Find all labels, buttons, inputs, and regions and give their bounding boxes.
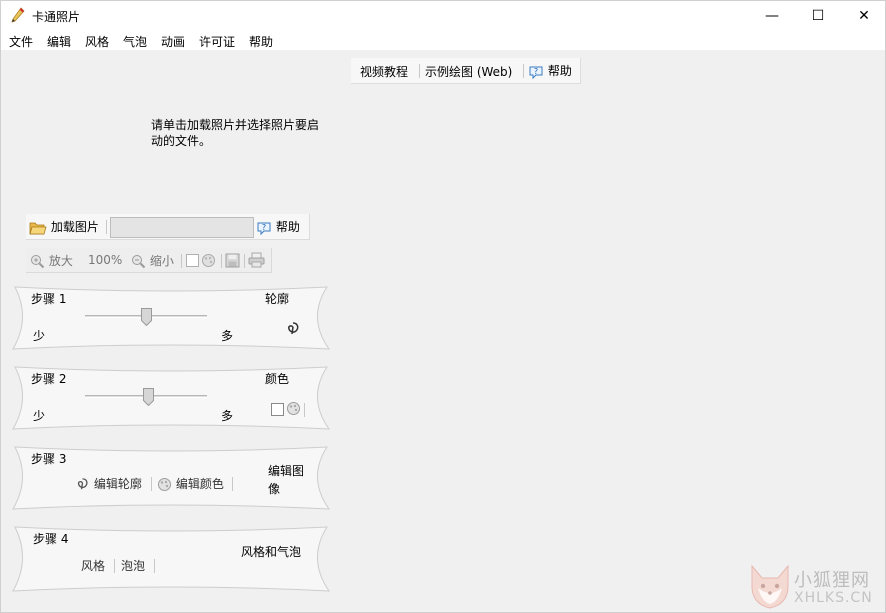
client-area: 视频教程 示例绘图 (Web) ? 帮助 请单击加载照片并选择照片要启动的文件。… [0, 50, 886, 613]
instruction-text: 请单击加载照片并选择照片要启动的文件。 [151, 118, 320, 148]
separator [151, 477, 152, 491]
separator [523, 64, 524, 78]
menu-style[interactable]: 风格 [85, 33, 109, 50]
separator [304, 403, 305, 417]
outline-label: 轮廓 [265, 292, 290, 306]
menu-bar: 文件 编辑 风格 气泡 动画 许可证 帮助 [0, 30, 886, 50]
help-bubble-icon: ? [529, 66, 543, 79]
fox-logo-icon [751, 564, 789, 609]
maximize-button[interactable]: ☐ [795, 1, 841, 31]
title-bar: 卡通照片 — ☐ ✕ [0, 0, 886, 30]
separator [232, 477, 233, 491]
menu-animation[interactable]: 动画 [161, 33, 185, 50]
edit-outline-label: 编辑轮廓 [93, 477, 142, 491]
watermark-cn: 小狐狸网 [794, 570, 870, 591]
zoom-out-icon [132, 255, 146, 269]
separator [419, 64, 420, 78]
outline-slider-thumb[interactable] [141, 308, 152, 326]
close-button[interactable]: ✕ [841, 1, 886, 31]
load-help-label: 帮助 [275, 220, 300, 234]
separator [181, 254, 182, 268]
outline-lasso-icon[interactable] [285, 321, 301, 337]
window-title: 卡通照片 [32, 10, 81, 24]
sample-drawing-button[interactable]: 示例绘图 (Web) [425, 63, 512, 80]
zoom-level: 100% [88, 253, 123, 267]
load-image-label: 加载图片 [50, 220, 99, 234]
color-min-label: 少 [33, 409, 46, 423]
file-path-field[interactable] [110, 217, 254, 238]
outline-min-label: 少 [33, 329, 46, 343]
edit-color-label: 编辑颜色 [175, 477, 224, 491]
lasso-icon [77, 478, 88, 490]
separator [244, 254, 245, 268]
preview-checkbox[interactable] [186, 254, 199, 267]
svg-text:?: ? [534, 67, 538, 76]
zoom-toolbar: 放大 100% 缩小 [26, 248, 272, 273]
top-help-label: 帮助 [547, 64, 572, 78]
watermark-en: XHLKS.CN [794, 590, 873, 606]
color-label: 颜色 [265, 372, 290, 386]
color-checkbox[interactable] [271, 403, 284, 416]
separator [221, 254, 222, 268]
zoom-out-button[interactable]: 缩小 [131, 252, 174, 269]
load-toolbar: 加载图片 ? 帮助 [26, 214, 310, 240]
style-button[interactable]: 风格 [81, 557, 105, 574]
zoom-in-icon [31, 255, 45, 269]
step-2-title: 步骤 2 [31, 372, 67, 386]
palette-icon [202, 254, 215, 267]
step-3-title: 步骤 3 [31, 452, 67, 466]
top-help-button[interactable]: ? 帮助 [528, 62, 572, 80]
menu-help[interactable]: 帮助 [249, 33, 273, 50]
outline-max-label: 多 [221, 329, 234, 343]
zoom-out-label: 缩小 [149, 254, 174, 268]
step-4-panel: 步骤 4 风格 泡泡 风格和气泡 [11, 525, 331, 593]
help-bubble-icon: ? [257, 222, 271, 235]
edit-color-button[interactable]: 编辑颜色 [157, 475, 224, 492]
edit-image-label: 编辑图像 [268, 464, 305, 496]
style-and-bubble-label: 风格和气泡 [241, 545, 302, 559]
video-tutorial-button[interactable]: 视频教程 [360, 63, 408, 80]
step-2-panel: 步骤 2 颜色 少 多 [11, 365, 331, 431]
load-help-button[interactable]: ? 帮助 [256, 218, 300, 236]
step-4-title: 步骤 4 [33, 532, 69, 546]
open-folder-icon [29, 222, 47, 234]
top-toolbar: 视频教程 示例绘图 (Web) ? 帮助 [351, 58, 581, 84]
site-watermark: 小狐狸网 XHLKS.CN [748, 560, 884, 612]
zoom-in-label: 放大 [48, 254, 73, 268]
palette-icon [287, 402, 300, 415]
save-icon[interactable] [225, 253, 240, 268]
menu-file[interactable]: 文件 [9, 33, 33, 50]
svg-text:?: ? [262, 223, 266, 232]
menu-license[interactable]: 许可证 [199, 33, 235, 50]
step-1-title: 步骤 1 [31, 292, 67, 306]
zoom-in-button[interactable]: 放大 [30, 252, 73, 269]
edit-outline-button[interactable]: 编辑轮廓 [75, 475, 142, 492]
print-icon[interactable] [248, 252, 265, 268]
color-slider-thumb[interactable] [143, 388, 155, 406]
load-image-button[interactable]: 加载图片 [29, 218, 99, 236]
minimize-button[interactable]: — [749, 1, 795, 31]
bubble-button[interactable]: 泡泡 [121, 557, 145, 574]
step-1-panel: 步骤 1 轮廓 少 多 [11, 285, 331, 351]
separator [106, 220, 107, 234]
app-pencil-icon [11, 7, 25, 23]
separator [154, 559, 155, 573]
palette-icon [158, 478, 171, 491]
menu-bubble[interactable]: 气泡 [123, 33, 147, 50]
separator [114, 559, 115, 573]
step-3-panel: 步骤 3 编辑轮廓 编辑颜色 编辑图像 [11, 445, 331, 511]
color-max-label: 多 [221, 409, 234, 423]
menu-edit[interactable]: 编辑 [47, 33, 71, 50]
